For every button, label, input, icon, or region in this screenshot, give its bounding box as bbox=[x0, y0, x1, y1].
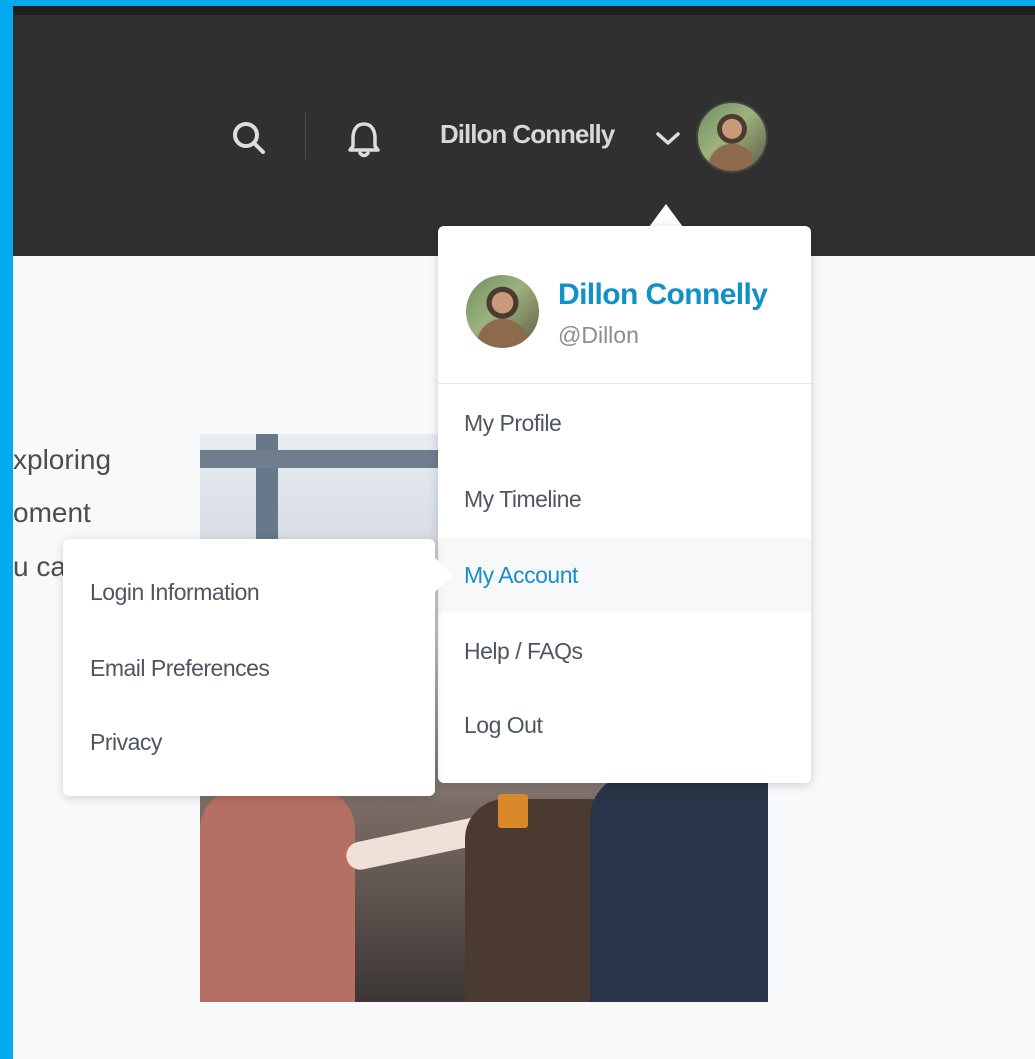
header-user-name[interactable]: Dillon Connelly bbox=[440, 119, 615, 150]
photo-person-left bbox=[200, 789, 355, 1002]
user-menu-arrow bbox=[649, 204, 683, 227]
top-strip bbox=[13, 6, 1035, 15]
menu-item-my-profile[interactable]: My Profile bbox=[438, 386, 811, 461]
submenu-item-privacy[interactable]: Privacy bbox=[90, 729, 162, 756]
bell-icon[interactable] bbox=[345, 119, 383, 161]
content-text-line-2: oment bbox=[13, 497, 91, 528]
menu-user-name: Dillon Connelly bbox=[558, 278, 768, 311]
menu-user-handle: @Dillon bbox=[558, 322, 639, 348]
user-dropdown-menu: Dillon Connelly @Dillon My Profile My Ti… bbox=[438, 226, 811, 783]
photo-drink-glass bbox=[498, 794, 528, 828]
menu-item-my-timeline[interactable]: My Timeline bbox=[438, 462, 811, 537]
submenu-item-login-information[interactable]: Login Information bbox=[90, 579, 260, 606]
account-submenu: Login Information Email Preferences Priv… bbox=[63, 539, 435, 796]
menu-avatar bbox=[466, 275, 539, 348]
user-menu-header: Dillon Connelly @Dillon bbox=[438, 226, 811, 384]
search-icon[interactable] bbox=[230, 119, 268, 157]
menu-item-log-out[interactable]: Log Out bbox=[438, 688, 811, 763]
content-text-line-3: u ca bbox=[13, 551, 66, 582]
submenu-arrow bbox=[435, 558, 453, 592]
app-frame: Dillon Connelly xploring oment u ca Dill… bbox=[13, 6, 1035, 1059]
menu-item-help-faqs[interactable]: Help / FAQs bbox=[438, 614, 811, 689]
top-navigation-bar: Dillon Connelly bbox=[13, 6, 1035, 256]
chevron-down-icon[interactable] bbox=[655, 128, 681, 148]
content-text-line-1: xploring bbox=[13, 444, 112, 475]
menu-item-my-account[interactable]: My Account bbox=[438, 538, 811, 613]
header-divider bbox=[305, 113, 306, 159]
submenu-item-email-preferences[interactable]: Email Preferences bbox=[90, 655, 270, 682]
photo-person-right bbox=[590, 774, 768, 1002]
avatar[interactable] bbox=[696, 101, 768, 173]
